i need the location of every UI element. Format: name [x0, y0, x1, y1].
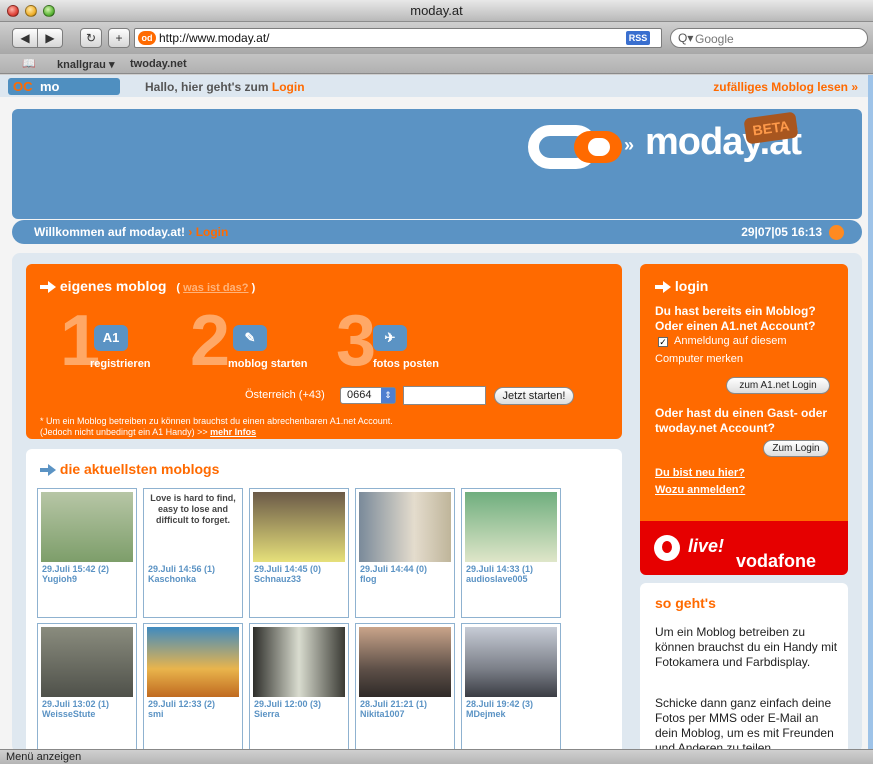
more-info-link[interactable]: mehr Infos	[210, 427, 256, 437]
moblog-photo[interactable]	[147, 627, 239, 697]
remember-label-1: Anmeldung auf diesem	[674, 335, 787, 347]
vodafone-logo-icon	[654, 535, 680, 561]
moblog-photo[interactable]	[253, 492, 345, 562]
welcome-login-link[interactable]: › Login	[188, 225, 228, 239]
moblog-thumb[interactable]: 29.Juli 14:44 (0) flog	[355, 488, 455, 618]
moblog-thumb[interactable]: 29.Juli 14:33 (1) audioslave005	[461, 488, 561, 618]
moblog-thumb[interactable]: 28.Juli 21:21 (1) Nikita1007	[355, 623, 455, 749]
new-here-link[interactable]: Du bist neu hier?	[655, 467, 745, 479]
plane-icon: ✈	[373, 325, 407, 351]
status-text: Menü anzeigen	[6, 751, 82, 763]
step-2-label: moblog starten	[228, 358, 308, 370]
welcome-text: Willkommen auf moday.at!	[34, 225, 189, 239]
login-question-1: Du hast bereits ein Moblog? Oder einen A…	[655, 304, 816, 333]
moblog-photo[interactable]	[359, 492, 451, 562]
moblog-thumb[interactable]: 29.Juli 15:42 (2) Yugioh9	[37, 488, 137, 618]
moblog-thumb[interactable]: 29.Juli 14:45 (0) Schnauz33	[249, 488, 349, 618]
clock-dot-icon	[829, 225, 844, 240]
remember-label-2: Computer merken	[655, 353, 744, 365]
moblog-photo[interactable]	[41, 492, 133, 562]
moblog-photo[interactable]	[465, 627, 557, 697]
site-favicon: od	[138, 31, 156, 45]
howto-heading: so geht's	[655, 595, 716, 611]
moday-logo-small[interactable]: OC mo	[8, 78, 120, 95]
howto-paragraph-1: Um ein Moblog betreiben zu können brauch…	[655, 625, 838, 669]
phone-number-input[interactable]	[403, 386, 486, 405]
howto-panel: so geht's Um ein Moblog betreiben zu kön…	[640, 583, 848, 749]
own-moblog-heading: eigenes moblog ( was ist das? )	[40, 278, 255, 294]
datetime: 29|07|05 16:13	[741, 225, 822, 239]
banner-waves-icon: »	[624, 135, 635, 155]
arrow-right-icon	[40, 464, 56, 477]
logo-mark-icon: OC	[13, 79, 33, 94]
moblog-thumb[interactable]: Love is hard to find, easy to lose and d…	[143, 488, 243, 618]
country-label: Österreich (+43)	[245, 389, 325, 401]
what-is-this-link[interactable]: was ist das?	[183, 282, 248, 294]
account-note: * Um ein Moblog betreiben zu können brau…	[40, 416, 393, 437]
address-bar[interactable]: od http://www.moday.at/	[134, 28, 662, 48]
step-3-label: fotos posten	[373, 358, 439, 370]
vodafone-live-banner[interactable]: vodafone live!	[640, 521, 848, 575]
random-moblog-link[interactable]: zufälliges Moblog lesen »	[713, 80, 858, 94]
window-title: moday.at	[410, 3, 463, 18]
prefix-select[interactable]: 0664 ⇕	[340, 387, 396, 404]
moblog-thumb[interactable]: 28.Juli 19:42 (3) MDejmek	[461, 623, 561, 749]
moblog-photo[interactable]	[359, 627, 451, 697]
bookmarks-bar: 📖 knallgrau ▾ twoday.net	[0, 54, 873, 74]
login-question-2: Oder hast du einen Gast- oder twoday.net…	[655, 406, 828, 435]
login-heading: login	[655, 278, 708, 294]
url-text[interactable]: http://www.moday.at/	[159, 31, 270, 45]
moblog-photo[interactable]	[465, 492, 557, 562]
status-bar: Menü anzeigen	[0, 749, 873, 764]
step-1-label: registrieren	[90, 358, 151, 370]
a1-icon: A1	[94, 325, 128, 351]
remember-checkbox[interactable]: ✓	[658, 337, 668, 347]
title-bar: moday.at	[0, 0, 873, 22]
browser-toolbar: ◀ ▶ ↻ + od http://www.moday.at/ RSS Q▾ G…	[0, 22, 873, 54]
latest-moblogs-heading: die aktuellsten moblogs	[40, 461, 219, 477]
step-3-number: 3	[336, 301, 377, 381]
chevron-updown-icon: ⇕	[381, 388, 395, 403]
bookmark-twoday[interactable]: twoday.net	[130, 58, 187, 70]
back-button[interactable]: ◀	[12, 28, 38, 48]
hallo-text: Hallo, hier geht's zum Login	[145, 80, 305, 94]
forward-button[interactable]: ▶	[37, 28, 63, 48]
login-button[interactable]: Zum Login	[763, 440, 829, 457]
bookmarks-book-icon[interactable]: 📖	[22, 57, 36, 70]
moblog-thumb[interactable]: 29.Juli 12:00 (3) Sierra	[249, 623, 349, 749]
add-bookmark-button[interactable]: +	[108, 28, 130, 48]
arrow-right-icon	[655, 281, 671, 294]
howto-paragraph-2: Schicke dann ganz einfach deine Fotos pe…	[655, 696, 834, 749]
start-button[interactable]: Jetzt starten!	[494, 387, 574, 405]
banner-logo-inner	[588, 138, 610, 156]
welcome-bar: Willkommen auf moday.at! › Login 29|07|0…	[12, 220, 862, 244]
search-icon[interactable]: Q▾	[678, 31, 693, 45]
hallo-login-link[interactable]: Login	[272, 80, 305, 94]
arrow-right-icon	[40, 281, 56, 294]
moblog-thumb[interactable]: 29.Juli 12:33 (2) smi	[143, 623, 243, 749]
top-strip: OC mo Hallo, hier geht's zum Login zufäl…	[0, 75, 868, 97]
bookmark-knallgrau[interactable]: knallgrau ▾	[57, 58, 114, 71]
moblog-photo[interactable]	[41, 627, 133, 697]
reload-button[interactable]: ↻	[80, 28, 102, 48]
web-page: OC mo Hallo, hier geht's zum Login zufäl…	[0, 75, 868, 749]
a1-login-button[interactable]: zum A1.net Login	[726, 377, 830, 394]
pen-icon: ✎	[233, 325, 267, 351]
moblog-thumb[interactable]: 29.Juli 13:02 (1) WeisseStute	[37, 623, 137, 749]
step-2-number: 2	[190, 301, 231, 381]
why-register-link[interactable]: Wozu anmelden?	[655, 484, 745, 496]
search-placeholder: Google	[695, 32, 734, 46]
moblog-photo[interactable]	[253, 627, 345, 697]
rss-button[interactable]: RSS	[626, 31, 650, 45]
vertical-scrollbar[interactable]	[868, 75, 873, 749]
search-field[interactable]: Q▾ Google	[670, 28, 868, 48]
